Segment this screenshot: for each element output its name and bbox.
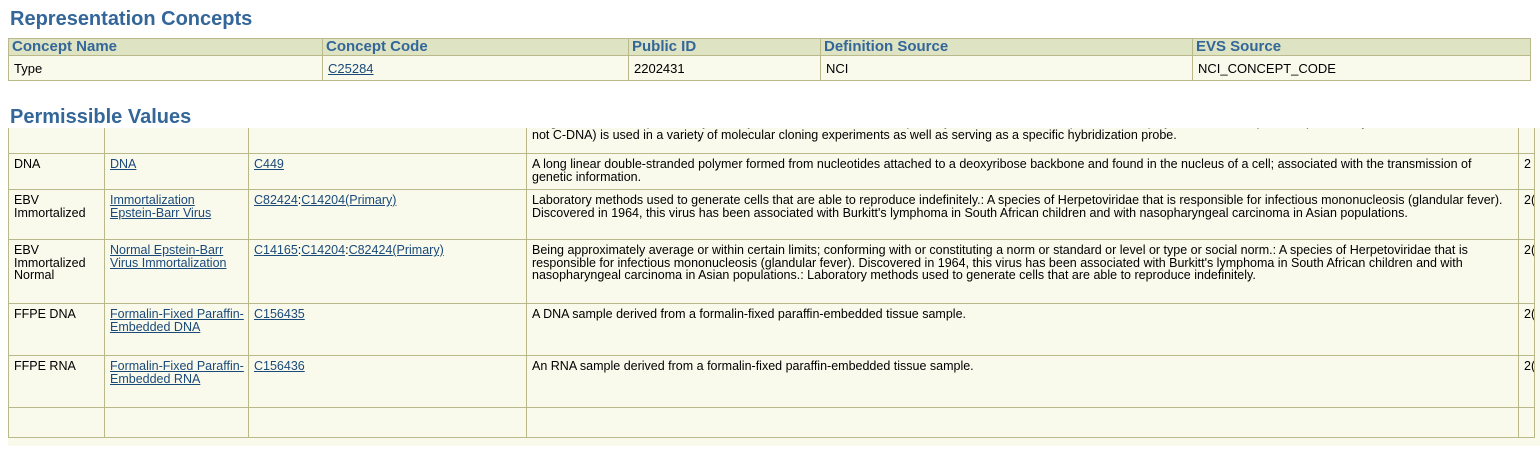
value-cell: FFPE RNA bbox=[8, 355, 105, 408]
value-meaning-cell: Immortalization Epstein-Barr Virus bbox=[104, 189, 249, 240]
concept-code-link[interactable]: C156436 bbox=[254, 359, 305, 373]
public-id-cell: 2202431 bbox=[628, 55, 821, 81]
concept-codes-cell: C324 bbox=[248, 128, 527, 154]
concept-code-cell: C25284 bbox=[322, 55, 629, 81]
truncated-cell: 2( bbox=[1518, 303, 1535, 356]
concept-codes-cell bbox=[248, 407, 527, 438]
value-meaning-link[interactable]: Normal Epstein-Barr Virus Immortalizatio… bbox=[110, 243, 226, 270]
definition-cell bbox=[526, 407, 1519, 438]
table-row: EBV Immortalized Immortalization Epstein-… bbox=[8, 189, 1535, 240]
value-meaning-cell: cDNA bbox=[104, 128, 249, 154]
header-definition-source: Definition Source bbox=[820, 38, 1193, 56]
concept-code-link[interactable]: C82424(Primary) bbox=[349, 243, 444, 257]
table-row: DNA DNA C449 A long linear double-stranded … bbox=[8, 153, 1535, 190]
header-public-id: Public ID bbox=[628, 38, 821, 56]
value-cell: DNA bbox=[8, 153, 105, 190]
header-concept-code: Concept Code bbox=[322, 38, 629, 56]
truncated-cell: 2( bbox=[1518, 239, 1535, 304]
truncated-cell: 2 bbox=[1518, 128, 1535, 154]
value-meaning-cell: DNA bbox=[104, 153, 249, 190]
concept-codes-cell: C82424:C14204(Primary) bbox=[248, 189, 527, 240]
definition-cell: An RNA sample derived from a formalin-fi… bbox=[526, 355, 1519, 408]
permissible-values-scroll-area[interactable]: cDNA cDNA C324 Single-stranded complementar… bbox=[8, 128, 1540, 446]
table-header-row: Concept Name Concept Code Public ID Defi… bbox=[8, 38, 1531, 56]
value-meaning-cell: Formalin-Fixed Paraffin-Embedded RNA bbox=[104, 355, 249, 408]
value-meaning-cell: Normal Epstein-Barr Virus Immortalizatio… bbox=[104, 239, 249, 304]
concept-codes-cell: C156436 bbox=[248, 355, 527, 408]
concept-codes-cell: C14165:C14204:C82424(Primary) bbox=[248, 239, 527, 304]
value-meaning-link[interactable]: cDNA bbox=[110, 128, 143, 129]
truncated-cell: 2( bbox=[1518, 189, 1535, 240]
concept-code-link[interactable]: C14165 bbox=[254, 243, 298, 257]
table-row: Type C25284 2202431 NCI NCI_CONCEPT_CODE bbox=[8, 55, 1531, 81]
concept-codes-cell: C449 bbox=[248, 153, 527, 190]
truncated-cell: 2 bbox=[1518, 153, 1535, 190]
value-meaning-cell: Formalin-Fixed Paraffin-Embedded DNA bbox=[104, 303, 249, 356]
definition-cell: Laboratory methods used to generate cell… bbox=[526, 189, 1519, 240]
permissible-values-table: cDNA cDNA C324 Single-stranded complementar… bbox=[8, 128, 1535, 438]
value-meaning-link[interactable]: DNA bbox=[110, 157, 136, 171]
value-cell: cDNA bbox=[8, 128, 105, 154]
definition-cell: Single-stranded complementary DNA synthe… bbox=[526, 128, 1519, 154]
definition-cell: A long linear double-stranded polymer fo… bbox=[526, 153, 1519, 190]
value-meaning-cell bbox=[104, 407, 249, 438]
concept-name-cell: Type bbox=[8, 55, 323, 81]
value-meaning-link[interactable]: Formalin-Fixed Paraffin-Embedded RNA bbox=[110, 359, 244, 386]
header-concept-name: Concept Name bbox=[8, 38, 323, 56]
concept-codes-cell: C156435 bbox=[248, 303, 527, 356]
value-cell: FFPE DNA bbox=[8, 303, 105, 356]
table-row: FFPE DNA Formalin-Fixed Paraffin-Embedded… bbox=[8, 303, 1535, 356]
value-cell bbox=[8, 407, 105, 438]
table-row: FFPE RNA Formalin-Fixed Paraffin-Embedded… bbox=[8, 355, 1535, 408]
concept-code-link[interactable]: C25284 bbox=[328, 61, 374, 76]
value-cell: EBV Immortalized bbox=[8, 189, 105, 240]
representation-concepts-table: Concept Name Concept Code Public ID Defi… bbox=[8, 38, 1531, 81]
concept-code-link[interactable]: C82424 bbox=[254, 193, 298, 207]
table-row: EBV Immortalized Normal Normal Epstein-Ba… bbox=[8, 239, 1535, 304]
definition-cell: Being approximately average or within ce… bbox=[526, 239, 1519, 304]
definition-source-cell: NCI bbox=[820, 55, 1193, 81]
concept-code-link[interactable]: C324 bbox=[254, 128, 284, 129]
concept-code-link[interactable]: C14204 bbox=[301, 243, 345, 257]
value-meaning-link[interactable]: Formalin-Fixed Paraffin-Embedded DNA bbox=[110, 307, 244, 334]
truncated-cell: 2( bbox=[1518, 355, 1535, 408]
concept-code-link[interactable]: C14204(Primary) bbox=[301, 193, 396, 207]
value-meaning-link[interactable]: Immortalization Epstein-Barr Virus bbox=[110, 193, 211, 220]
concept-code-link[interactable]: C449 bbox=[254, 157, 284, 171]
table-row bbox=[8, 407, 1535, 438]
concept-code-link[interactable]: C156435 bbox=[254, 307, 305, 321]
header-evs-source: EVS Source bbox=[1192, 38, 1531, 56]
permissible-values-title: Permissible Values bbox=[10, 106, 192, 128]
representation-concepts-title: Representation Concepts bbox=[10, 8, 253, 30]
value-cell: EBV Immortalized Normal bbox=[8, 239, 105, 304]
evs-source-cell: NCI_CONCEPT_CODE bbox=[1192, 55, 1531, 81]
definition-cell: A DNA sample derived from a formalin-fix… bbox=[526, 303, 1519, 356]
truncated-cell bbox=[1518, 407, 1535, 438]
table-row: cDNA cDNA C324 Single-stranded complementar… bbox=[8, 128, 1535, 154]
